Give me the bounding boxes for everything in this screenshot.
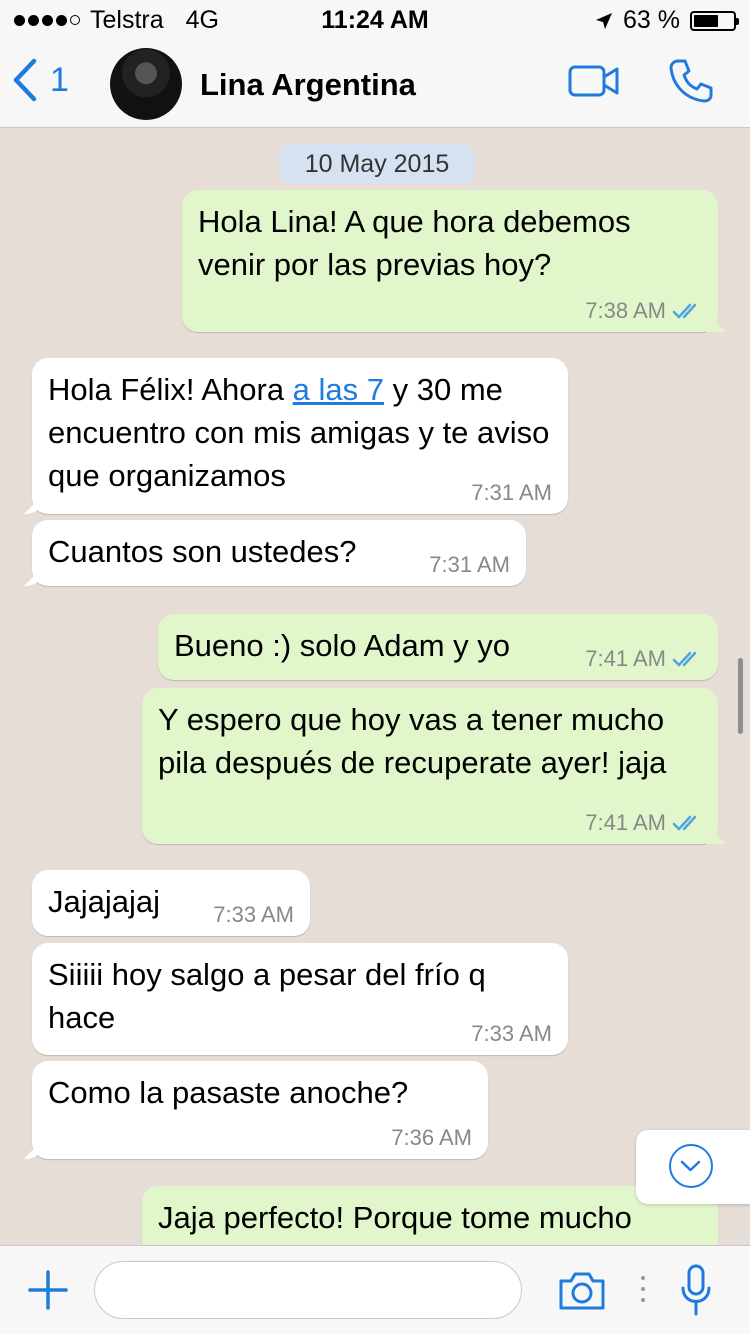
message-text: Y espero que hoy vas a tener mucho pila … — [158, 702, 667, 780]
message-bubble-outgoing[interactable]: Jaja perfecto! Porque tome mucho — [142, 1186, 718, 1245]
message-bubble-incoming[interactable]: Siiiii hoy salgo a pesar del frío q hace… — [32, 943, 568, 1055]
message-time: 7:41 AM — [585, 646, 666, 671]
message-meta: 7:33 AM — [213, 902, 294, 928]
message-bubble-outgoing[interactable]: Y espero que hoy vas a tener mucho pila … — [142, 688, 718, 844]
camera-icon — [559, 1272, 605, 1310]
message-time: 7:31 AM — [429, 552, 510, 577]
message-time: 7:36 AM — [391, 1125, 472, 1150]
message-meta: 7:41 AM — [585, 810, 702, 836]
date-separator: 10 May 2015 — [279, 144, 475, 184]
message-meta: 7:31 AM — [429, 552, 510, 578]
back-button[interactable]: 1 — [12, 58, 69, 102]
battery-percent: 63 % — [623, 6, 680, 34]
message-bubble-incoming[interactable]: Como la pasaste anoche? 7:36 AM — [32, 1061, 488, 1159]
message-meta: 7:36 AM — [391, 1125, 472, 1151]
unread-count: 1 — [50, 60, 69, 99]
phone-icon — [669, 59, 713, 103]
message-time: 7:33 AM — [213, 902, 294, 927]
message-meta: 7:31 AM — [471, 480, 552, 506]
message-time: 7:33 AM — [471, 1021, 552, 1046]
input-bar — [0, 1245, 750, 1334]
plus-icon — [28, 1270, 68, 1310]
message-meta: 7:38 AM — [585, 298, 702, 324]
message-time: 7:41 AM — [585, 810, 666, 835]
message-bubble-incoming[interactable]: Jajajajaj 7:33 AM — [32, 870, 310, 936]
scroll-down-icon — [669, 1144, 713, 1188]
message-text: Como la pasaste anoche? — [48, 1075, 409, 1110]
battery-fill — [694, 14, 718, 27]
video-call-button[interactable] — [568, 64, 620, 103]
camera-button[interactable] — [557, 1271, 607, 1316]
message-bubble-incoming[interactable]: Cuantos son ustedes? 7:31 AM — [32, 520, 526, 586]
attach-button[interactable] — [28, 1270, 68, 1315]
status-bar: Telstra 4G 11:24 AM 63 % — [0, 0, 750, 40]
double-check-icon — [672, 815, 697, 831]
message-bubble-outgoing[interactable]: Hola Lina! A que hora debemos venir por … — [182, 190, 718, 332]
message-meta: 7:41 AM — [585, 646, 702, 672]
contact-name[interactable]: Lina Argentina — [200, 67, 416, 103]
voice-message-button[interactable] — [680, 1264, 712, 1321]
double-check-icon — [672, 303, 697, 319]
scrollbar[interactable] — [738, 658, 743, 734]
message-time: 7:38 AM — [585, 298, 666, 323]
chat-header: 1 Lina Argentina — [0, 40, 750, 128]
message-meta: 7:33 AM — [471, 1021, 552, 1047]
video-call-icon — [568, 65, 619, 97]
more-icon[interactable] — [641, 1276, 645, 1309]
status-right: 63 % — [595, 6, 739, 35]
location-arrow-icon — [596, 12, 613, 29]
message-text-start: Hola Félix! Ahora — [48, 372, 293, 407]
message-text: Hola Lina! A que hora debemos venir por … — [198, 204, 631, 282]
scroll-to-bottom-button[interactable] — [636, 1130, 750, 1204]
avatar[interactable] — [110, 48, 182, 120]
double-check-icon — [672, 651, 697, 667]
time-link[interactable]: a las 7 — [293, 372, 384, 407]
message-bubble-incoming[interactable]: Hola Félix! Ahora a las 7 y 30 me encuen… — [32, 358, 568, 514]
message-bubble-outgoing[interactable]: Bueno :) solo Adam y yo 7:41 AM — [158, 614, 718, 680]
message-time: 7:31 AM — [471, 480, 552, 505]
message-input[interactable] — [94, 1261, 522, 1319]
voice-call-button[interactable] — [668, 58, 714, 109]
message-text: Jaja perfecto! Porque tome mucho — [158, 1200, 632, 1235]
back-chevron-icon — [13, 58, 37, 102]
battery-icon — [690, 10, 739, 31]
microphone-icon — [681, 1264, 711, 1316]
message-text: Hola Félix! Ahora a las 7 y 30 me encuen… — [48, 368, 552, 497]
message-list[interactable]: 10 May 2015 Hola Lina! A que hora debemo… — [0, 128, 750, 1245]
